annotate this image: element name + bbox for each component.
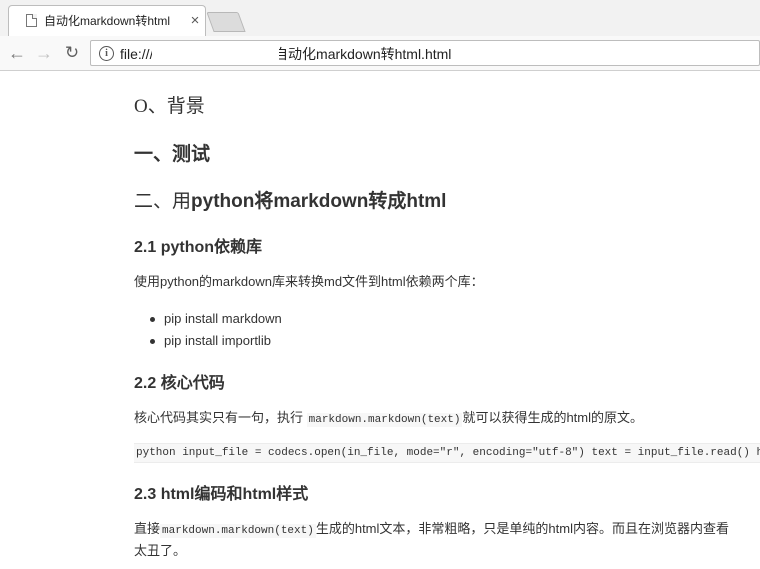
redacted-region <box>152 44 279 64</box>
list-item: pip install markdown <box>134 308 282 330</box>
section-2-1-title: 2.1 python依赖库 <box>134 239 263 256</box>
document-icon <box>26 14 37 27</box>
inline-code: markdown.markdown(text) <box>160 524 316 538</box>
section-2-3-paragraph: 直接 markdown.markdown(text) 生成的html文本，非常粗略，… <box>134 519 729 541</box>
heading-python-markdown: 二、用python将markdown转成html <box>134 190 446 214</box>
code-block: python input_file = codecs.open(in_file,… <box>134 443 760 463</box>
forward-icon[interactable]: → <box>33 42 55 64</box>
list-item: pip install importlib <box>134 330 282 352</box>
reload-icon[interactable]: ↻ <box>61 42 83 64</box>
section-2-1-paragraph: 使用python的markdown库来转换md文件到html依赖两个库： <box>134 274 484 289</box>
tab-active[interactable]: 自动化markdown转html × <box>8 5 206 36</box>
section-2-2-paragraph: 核心代码其实只有一句，执行 markdown.markdown(text) 就可以… <box>134 408 643 430</box>
address-bar[interactable]: i file:/// md/自动化markdown转html.html <box>90 40 760 66</box>
inline-code: markdown.markdown(text) <box>306 413 463 427</box>
para-text: 生成的html文本，非常粗略，只是单纯的html内容。而且在浏览器内查看 <box>315 521 729 536</box>
dependency-list: pip install markdown pip install importl… <box>134 308 282 352</box>
para-text: 直接 <box>134 521 161 536</box>
para-text: 核心代码其实只有一句，执行 <box>134 410 307 425</box>
heading-bold-text: python将markdown转成html <box>191 191 447 212</box>
section-2-3-title: 2.3 html编码和html样式 <box>134 486 309 503</box>
heading-background: O、背景 <box>134 96 205 117</box>
browser-toolbar: ← → ↻ i file:/// md/自动化markdown转html.htm… <box>0 36 760 71</box>
heading-prefix: 二、用 <box>134 191 192 212</box>
heading-test-text: 一、测试 <box>134 144 211 165</box>
back-icon[interactable]: ← <box>6 42 28 64</box>
tab-strip: 自动化markdown转html × <box>0 0 760 36</box>
para-text: 就可以获得生成的html的原文。 <box>462 410 644 425</box>
heading-test: 一、测试 <box>134 143 210 167</box>
section-2-3-paragraph-line2: 太丑了。 <box>134 543 187 558</box>
section-2-2-title: 2.2 核心代码 <box>134 375 225 392</box>
tab-title: 自动化markdown转html <box>44 14 171 28</box>
close-tab-icon[interactable]: × <box>188 13 202 29</box>
info-icon[interactable]: i <box>99 46 114 61</box>
page-content: O、背景 一、测试 二、用python将markdown转成html 2.1 p… <box>134 71 760 569</box>
new-tab-button[interactable] <box>206 12 246 32</box>
